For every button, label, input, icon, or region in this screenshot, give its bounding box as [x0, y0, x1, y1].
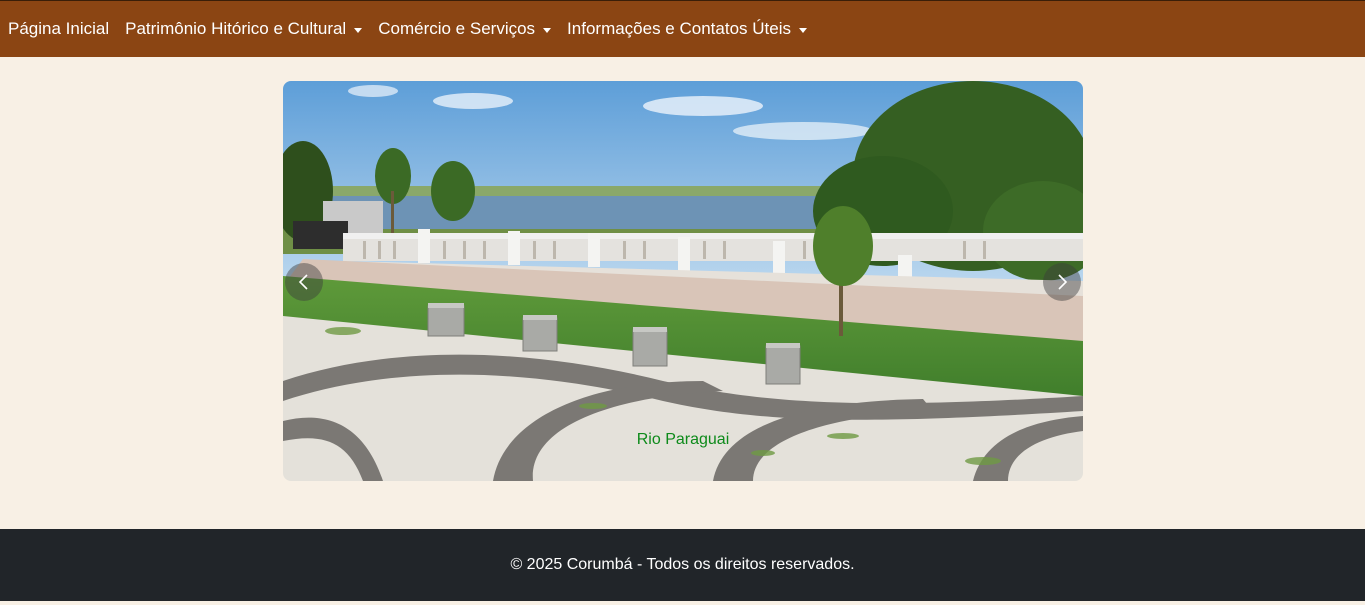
- caret-down-icon: [354, 27, 363, 33]
- footer-copyright: © 2025 Corumbá - Todos os direitos reser…: [510, 556, 855, 573]
- nav-item-label: Página Inicial: [8, 19, 110, 38]
- image-carousel: Rio Paraguai: [283, 81, 1083, 481]
- carousel-caption: Rio Paraguai: [636, 431, 730, 448]
- navbar: Página Inicial Patrimônio Hitórico e Cul…: [0, 1, 1365, 57]
- nav-item-label: Informações e Contatos Úteis: [567, 19, 791, 38]
- nav-item-home[interactable]: Página Inicial: [8, 19, 109, 39]
- nav-item-patrimonio[interactable]: Patrimônio Hitórico e Cultural: [125, 19, 363, 39]
- carousel-slide-image: [283, 81, 1083, 481]
- carousel-next-button[interactable]: [1043, 263, 1081, 301]
- nav-item-label: Patrimônio Hitórico e Cultural: [125, 19, 347, 38]
- caret-down-icon: [543, 27, 552, 33]
- nav-item-informacoes[interactable]: Informações e Contatos Úteis: [567, 19, 807, 39]
- chevron-left-icon: [298, 274, 308, 290]
- nav-item-label: Comércio e Serviços: [378, 19, 536, 38]
- carousel-prev-button[interactable]: [285, 263, 323, 301]
- footer: © 2025 Corumbá - Todos os direitos reser…: [0, 529, 1365, 601]
- caret-down-icon: [799, 27, 807, 33]
- nav-item-comercio[interactable]: Comércio e Serviços: [378, 19, 552, 39]
- chevron-right-icon: [1058, 274, 1068, 290]
